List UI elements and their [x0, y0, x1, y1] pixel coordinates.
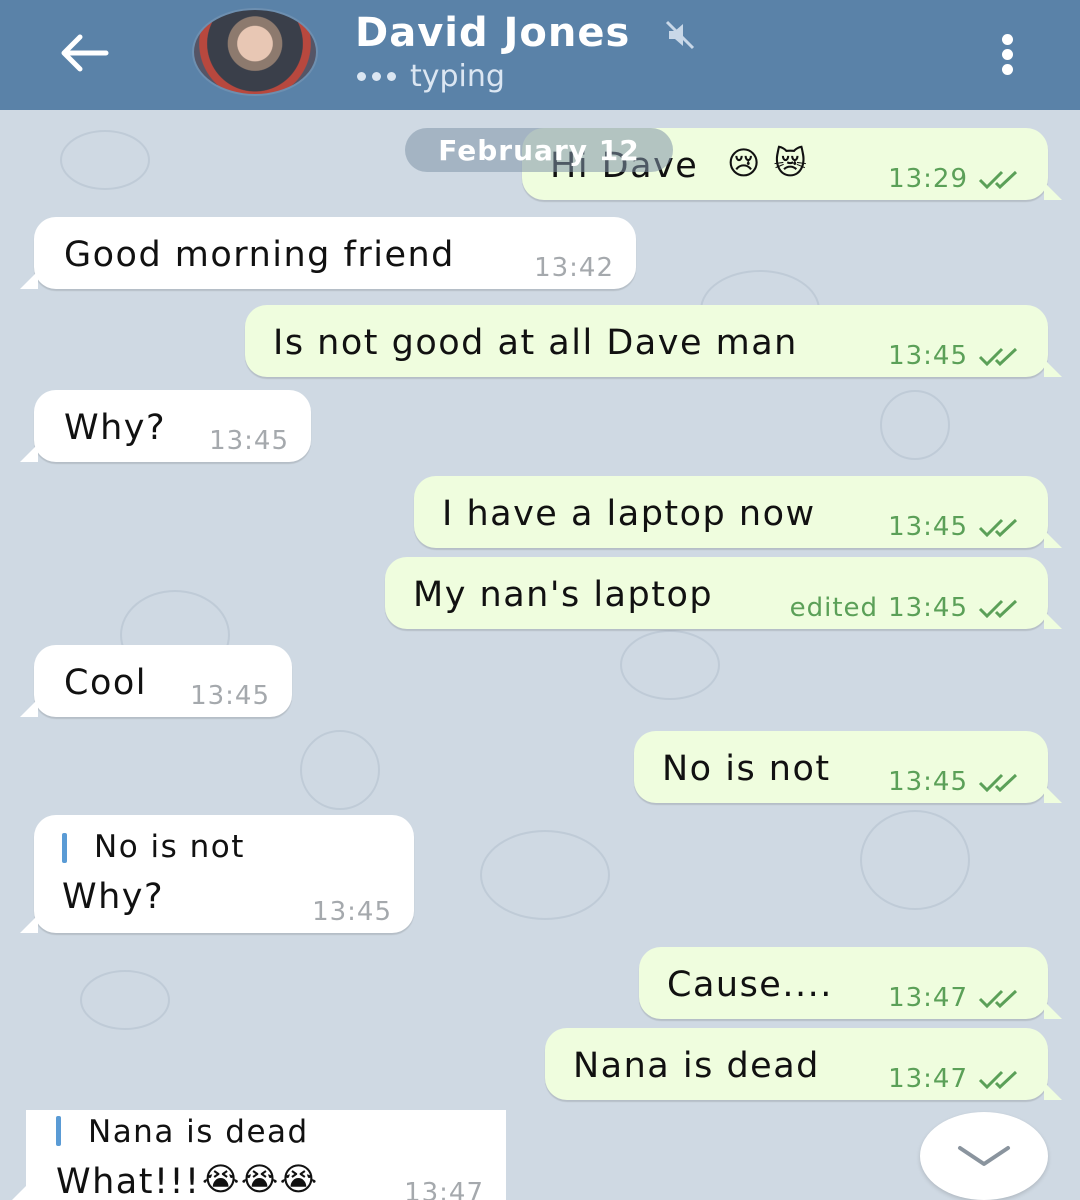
edited-label: edited [789, 593, 879, 623]
message-meta: 13:45 [312, 897, 392, 927]
message-emoji: 😢 😿 [727, 144, 809, 182]
typing-dots-icon [357, 71, 396, 81]
double-check-icon [978, 599, 1018, 618]
message-bubble-outgoing[interactable]: No is not 13:45 [634, 731, 1062, 803]
typing-status: typing [357, 56, 505, 96]
message-text: I have a laptop now [442, 494, 816, 534]
message-time: 13:29 [888, 164, 968, 194]
message-meta: 13:45 [888, 512, 1026, 542]
date-separator: February 12 [405, 128, 673, 172]
message-bubble-outgoing[interactable]: I have a laptop now 13:45 [414, 476, 1062, 548]
scroll-to-bottom-button[interactable] [920, 1112, 1048, 1200]
message-bubble-incoming[interactable]: No is not Why? 13:45 [20, 815, 414, 933]
message-time: 13:45 [312, 897, 392, 927]
double-check-icon [978, 989, 1018, 1008]
message-time: 13:47 [888, 983, 968, 1013]
message-time: 13:47 [404, 1178, 484, 1200]
message-text: What!!! [56, 1162, 201, 1200]
message-text: Good morning friend [64, 235, 455, 275]
message-bubble-incoming[interactable]: Good morning friend 13:42 [20, 217, 636, 289]
message-time: 13:45 [209, 426, 289, 456]
contact-name[interactable]: David Jones [355, 10, 630, 56]
more-menu-button[interactable] [990, 30, 1026, 78]
message-time: 13:45 [888, 593, 968, 623]
double-check-icon [978, 170, 1018, 189]
reply-bar [56, 1116, 61, 1146]
double-check-icon [978, 347, 1018, 366]
message-time: 13:47 [888, 1064, 968, 1094]
reply-quote[interactable]: No is not [94, 829, 245, 865]
message-time: 13:45 [190, 681, 270, 711]
message-meta: 13:47 [888, 983, 1026, 1013]
message-bubble-outgoing[interactable]: Cause.... 13:47 [639, 947, 1062, 1019]
message-text: Is not good at all Dave man [273, 323, 798, 363]
double-check-icon [978, 773, 1018, 792]
message-meta: 13:45 [888, 767, 1026, 797]
reply-quote[interactable]: Nana is dead [88, 1114, 309, 1150]
message-time: 13:45 [888, 512, 968, 542]
message-text: Why? [62, 877, 165, 917]
back-button[interactable] [52, 28, 116, 78]
message-meta: 13:47 [888, 1064, 1026, 1094]
muted-speaker-icon [663, 18, 697, 52]
message-text: Cause.... [667, 965, 833, 1005]
message-text: Cool [64, 663, 147, 703]
status-text: typing [410, 58, 505, 94]
message-meta: 13:47 [404, 1178, 484, 1200]
message-bubble-incoming[interactable]: Nana is dead What!!! 😭😭😭 13:47 [12, 1110, 506, 1200]
message-bubble-outgoing[interactable]: Is not good at all Dave man 13:45 [245, 305, 1062, 377]
message-text: No is not [662, 749, 831, 789]
message-emoji: 😭😭😭 [202, 1160, 319, 1198]
message-meta: 13:42 [534, 253, 614, 283]
message-meta: edited 13:45 [790, 593, 1026, 623]
message-text: Why? [64, 408, 167, 448]
message-meta: 13:45 [888, 341, 1026, 371]
message-bubble-outgoing[interactable]: My nan's laptop edited 13:45 [385, 557, 1062, 629]
double-check-icon [978, 1070, 1018, 1089]
message-bubble-incoming[interactable]: Cool 13:45 [20, 645, 292, 717]
message-meta: 13:45 [190, 681, 270, 711]
message-time: 13:45 [888, 341, 968, 371]
message-time: 13:42 [534, 253, 614, 283]
message-meta: 13:45 [209, 426, 289, 456]
message-text: My nan's laptop [413, 575, 714, 615]
chat-header: David Jones typing [0, 0, 1080, 110]
message-time: 13:45 [888, 767, 968, 797]
message-bubble-incoming[interactable]: Why? 13:45 [20, 390, 311, 462]
chevron-down-icon [958, 1146, 1010, 1166]
message-bubble-outgoing[interactable]: Nana is dead 13:47 [545, 1028, 1062, 1100]
arrow-left-icon [61, 34, 109, 72]
avatar[interactable] [192, 8, 318, 96]
message-text: Nana is dead [573, 1046, 820, 1086]
reply-bar [62, 833, 67, 863]
double-check-icon [978, 518, 1018, 537]
message-meta: 13:29 [888, 164, 1026, 194]
